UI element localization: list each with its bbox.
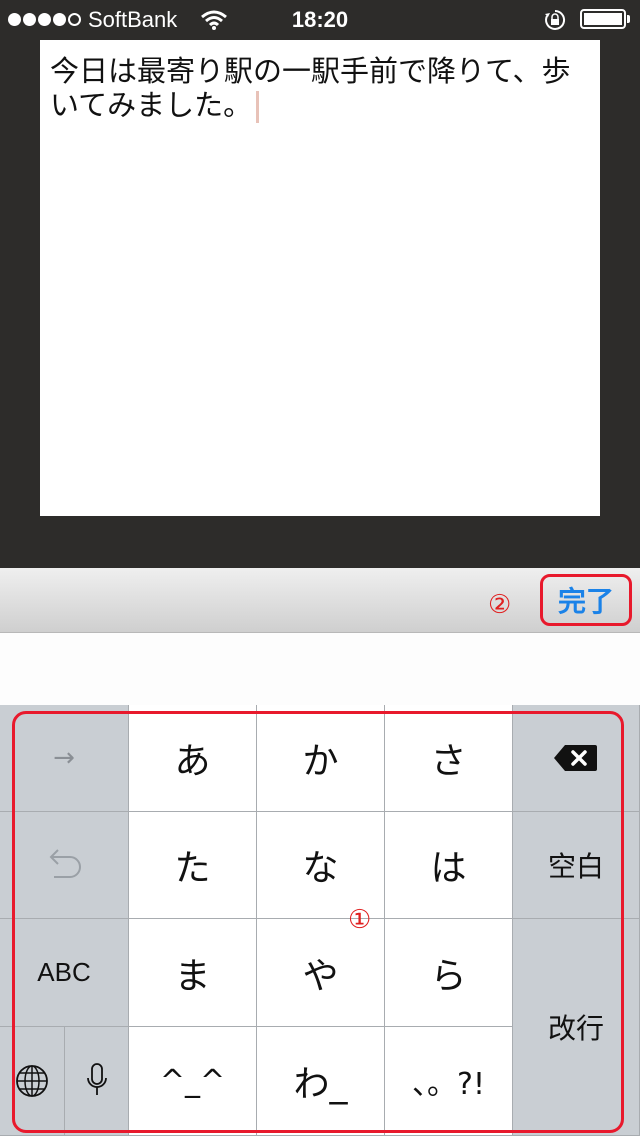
text-cursor: [256, 91, 260, 123]
battery-icon: [580, 9, 626, 29]
backspace-icon: [554, 745, 597, 771]
kana-keyboard: → あ か さ た な は 空白 ABC ま や ら 改行 ^_^ わ_ 、。?…: [0, 705, 640, 1136]
status-bar: SoftBank 18:20: [0, 0, 640, 40]
note-text-area[interactable]: 今日は最寄り駅の一駅手前で降りて、歩いてみました。: [50, 54, 590, 123]
key-na[interactable]: な: [257, 812, 385, 919]
arrow-label: →: [53, 743, 75, 773]
key-a[interactable]: あ: [129, 705, 257, 812]
battery-level: [584, 13, 622, 25]
undo-key[interactable]: [0, 812, 129, 919]
key-punctuation[interactable]: 、。?!: [385, 1027, 513, 1136]
key-ha[interactable]: は: [385, 812, 513, 919]
delete-key[interactable]: [513, 705, 640, 812]
microphone-icon: [86, 1063, 107, 1095]
space-key[interactable]: 空白: [513, 812, 640, 919]
globe-icon: [16, 1065, 48, 1097]
cursor-right-key[interactable]: →: [0, 705, 129, 812]
battery-terminal: [627, 15, 630, 23]
undo-icon: [49, 849, 81, 878]
key-wa[interactable]: わ_: [257, 1027, 385, 1136]
note-editor[interactable]: 今日は最寄り駅の一駅手前で降りて、歩いてみました。: [40, 40, 600, 516]
abc-key[interactable]: ABC: [0, 919, 129, 1027]
annotation-marker-1: ①: [348, 905, 372, 935]
return-key[interactable]: 改行: [513, 919, 640, 1136]
note-text: 今日は最寄り駅の一駅手前で降りて、歩いてみました。: [50, 54, 571, 122]
annotation-marker-2: ②: [488, 590, 512, 620]
candidate-bar: [0, 633, 640, 705]
key-ta[interactable]: た: [129, 812, 257, 919]
key-kaomoji[interactable]: ^_^: [129, 1027, 257, 1136]
globe-key[interactable]: [0, 1027, 65, 1136]
key-ka[interactable]: か: [257, 705, 385, 812]
key-ya[interactable]: や: [257, 919, 385, 1027]
dictation-key[interactable]: [65, 1027, 129, 1136]
orientation-lock-icon: [545, 9, 566, 30]
key-ma[interactable]: ま: [129, 919, 257, 1027]
key-ra[interactable]: ら: [385, 919, 513, 1027]
done-button[interactable]: 完了: [540, 574, 632, 626]
key-sa[interactable]: さ: [385, 705, 513, 812]
